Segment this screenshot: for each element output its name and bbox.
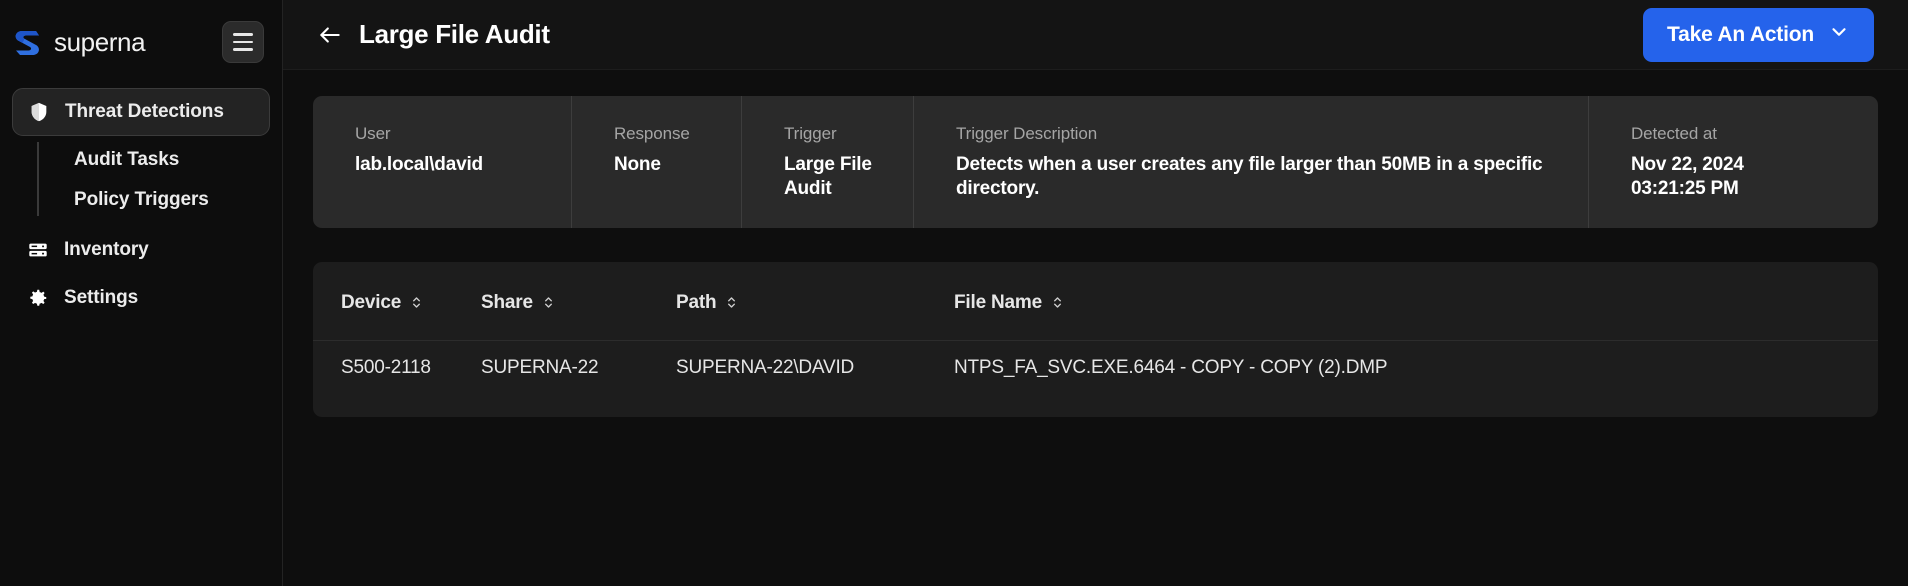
- sort-icon[interactable]: [410, 295, 423, 310]
- server-icon: [26, 238, 50, 262]
- summary-field-detected-at: Detected at Nov 22, 2024 03:21:25 PM: [1588, 96, 1878, 228]
- table-body: S500-2118 SUPERNA-22 SUPERNA-22\DAVID NT…: [313, 339, 1878, 399]
- audit-results-table: Device Share Path File Name S500-2118 SU…: [313, 262, 1878, 399]
- sidebar-subnav: Audit Tasks Policy Triggers: [12, 140, 270, 220]
- take-an-action-label: Take An Action: [1667, 22, 1814, 46]
- sidebar-item-audit-tasks[interactable]: Audit Tasks: [12, 140, 270, 180]
- table-header: Device Share Path File Name: [313, 262, 1878, 341]
- sidebar-item-threat-detections[interactable]: Threat Detections: [12, 88, 270, 136]
- cell-file-name: NTPS_FA_SVC.EXE.6464 - COPY - COPY (2).D…: [954, 339, 1878, 399]
- detection-summary-card: User lab.local\david Response None Trigg…: [313, 96, 1878, 228]
- summary-value: None: [614, 154, 661, 175]
- cell-device: S500-2118: [313, 339, 481, 399]
- content-area: User lab.local\david Response None Trigg…: [283, 70, 1908, 586]
- summary-value: Detects when a user creates any file lar…: [956, 154, 1543, 200]
- shield-icon: [27, 100, 51, 124]
- summary-label: Trigger Description: [956, 124, 1098, 143]
- main-area: Large File Audit Take An Action User lab…: [283, 0, 1908, 586]
- arrow-left-icon[interactable]: [313, 18, 347, 52]
- summary-value-date: Nov 22, 2024: [1631, 154, 1744, 175]
- sidebar-header: superna: [0, 0, 282, 84]
- sidebar-item-policy-triggers[interactable]: Policy Triggers: [12, 180, 270, 220]
- cell-path: SUPERNA-22\DAVID: [676, 339, 954, 399]
- column-header-label: File Name: [954, 291, 1042, 313]
- page-title: Large File Audit: [359, 19, 550, 49]
- summary-value: Large File Audit: [784, 154, 872, 200]
- summary-label: Detected at: [1631, 124, 1717, 143]
- gear-icon: [26, 286, 50, 310]
- column-header-device[interactable]: Device: [313, 262, 481, 341]
- sidebar-item-label: Settings: [64, 287, 139, 308]
- summary-value-time: 03:21:25 PM: [1631, 178, 1739, 200]
- sort-icon[interactable]: [1051, 295, 1064, 310]
- sort-icon[interactable]: [542, 295, 555, 310]
- sidebar-subitem-label: Policy Triggers: [74, 189, 209, 210]
- sidebar-item-inventory[interactable]: Inventory: [12, 226, 270, 274]
- sidebar-item-settings[interactable]: Settings: [12, 274, 270, 322]
- brand-name: superna: [54, 26, 146, 57]
- superna-logo-icon: [15, 31, 39, 55]
- summary-field-user: User lab.local\david: [313, 96, 571, 228]
- column-header-label: Device: [341, 291, 402, 313]
- summary-label: User: [355, 124, 391, 143]
- column-header-path[interactable]: Path: [676, 262, 954, 341]
- brand: superna: [10, 25, 146, 59]
- chevron-down-icon: [1828, 21, 1850, 49]
- summary-label: Response: [614, 124, 690, 143]
- sidebar-item-label: Threat Detections: [65, 101, 224, 122]
- summary-value: lab.local\david: [355, 154, 483, 175]
- sidebar: superna Threat Detections Audit Tasks Po…: [0, 0, 283, 586]
- cell-share: SUPERNA-22: [481, 339, 676, 399]
- column-header-share[interactable]: Share: [481, 262, 676, 341]
- hamburger-icon[interactable]: [222, 21, 264, 63]
- app-root: superna Threat Detections Audit Tasks Po…: [0, 0, 1908, 586]
- sort-icon[interactable]: [725, 295, 738, 310]
- column-header-file-name[interactable]: File Name: [954, 262, 1878, 341]
- summary-field-trigger-description: Trigger Description Detects when a user …: [913, 96, 1588, 228]
- sidebar-item-label: Inventory: [64, 239, 149, 260]
- summary-field-trigger: Trigger Large File Audit: [741, 96, 913, 228]
- summary-label: Trigger: [784, 124, 837, 143]
- top-bar: Large File Audit Take An Action: [283, 0, 1908, 70]
- sidebar-subitem-label: Audit Tasks: [74, 149, 180, 170]
- audit-results-table-card: Device Share Path File Name S500-2118 SU…: [313, 261, 1878, 417]
- summary-field-response: Response None: [571, 96, 741, 228]
- sidebar-nav: Threat Detections Audit Tasks Policy Tri…: [0, 84, 282, 322]
- take-an-action-button[interactable]: Take An Action: [1643, 7, 1874, 62]
- column-header-label: Path: [676, 291, 717, 313]
- table-header-row: Device Share Path File Name: [313, 262, 1878, 341]
- table-row[interactable]: S500-2118 SUPERNA-22 SUPERNA-22\DAVID NT…: [313, 339, 1878, 399]
- column-header-label: Share: [481, 291, 533, 313]
